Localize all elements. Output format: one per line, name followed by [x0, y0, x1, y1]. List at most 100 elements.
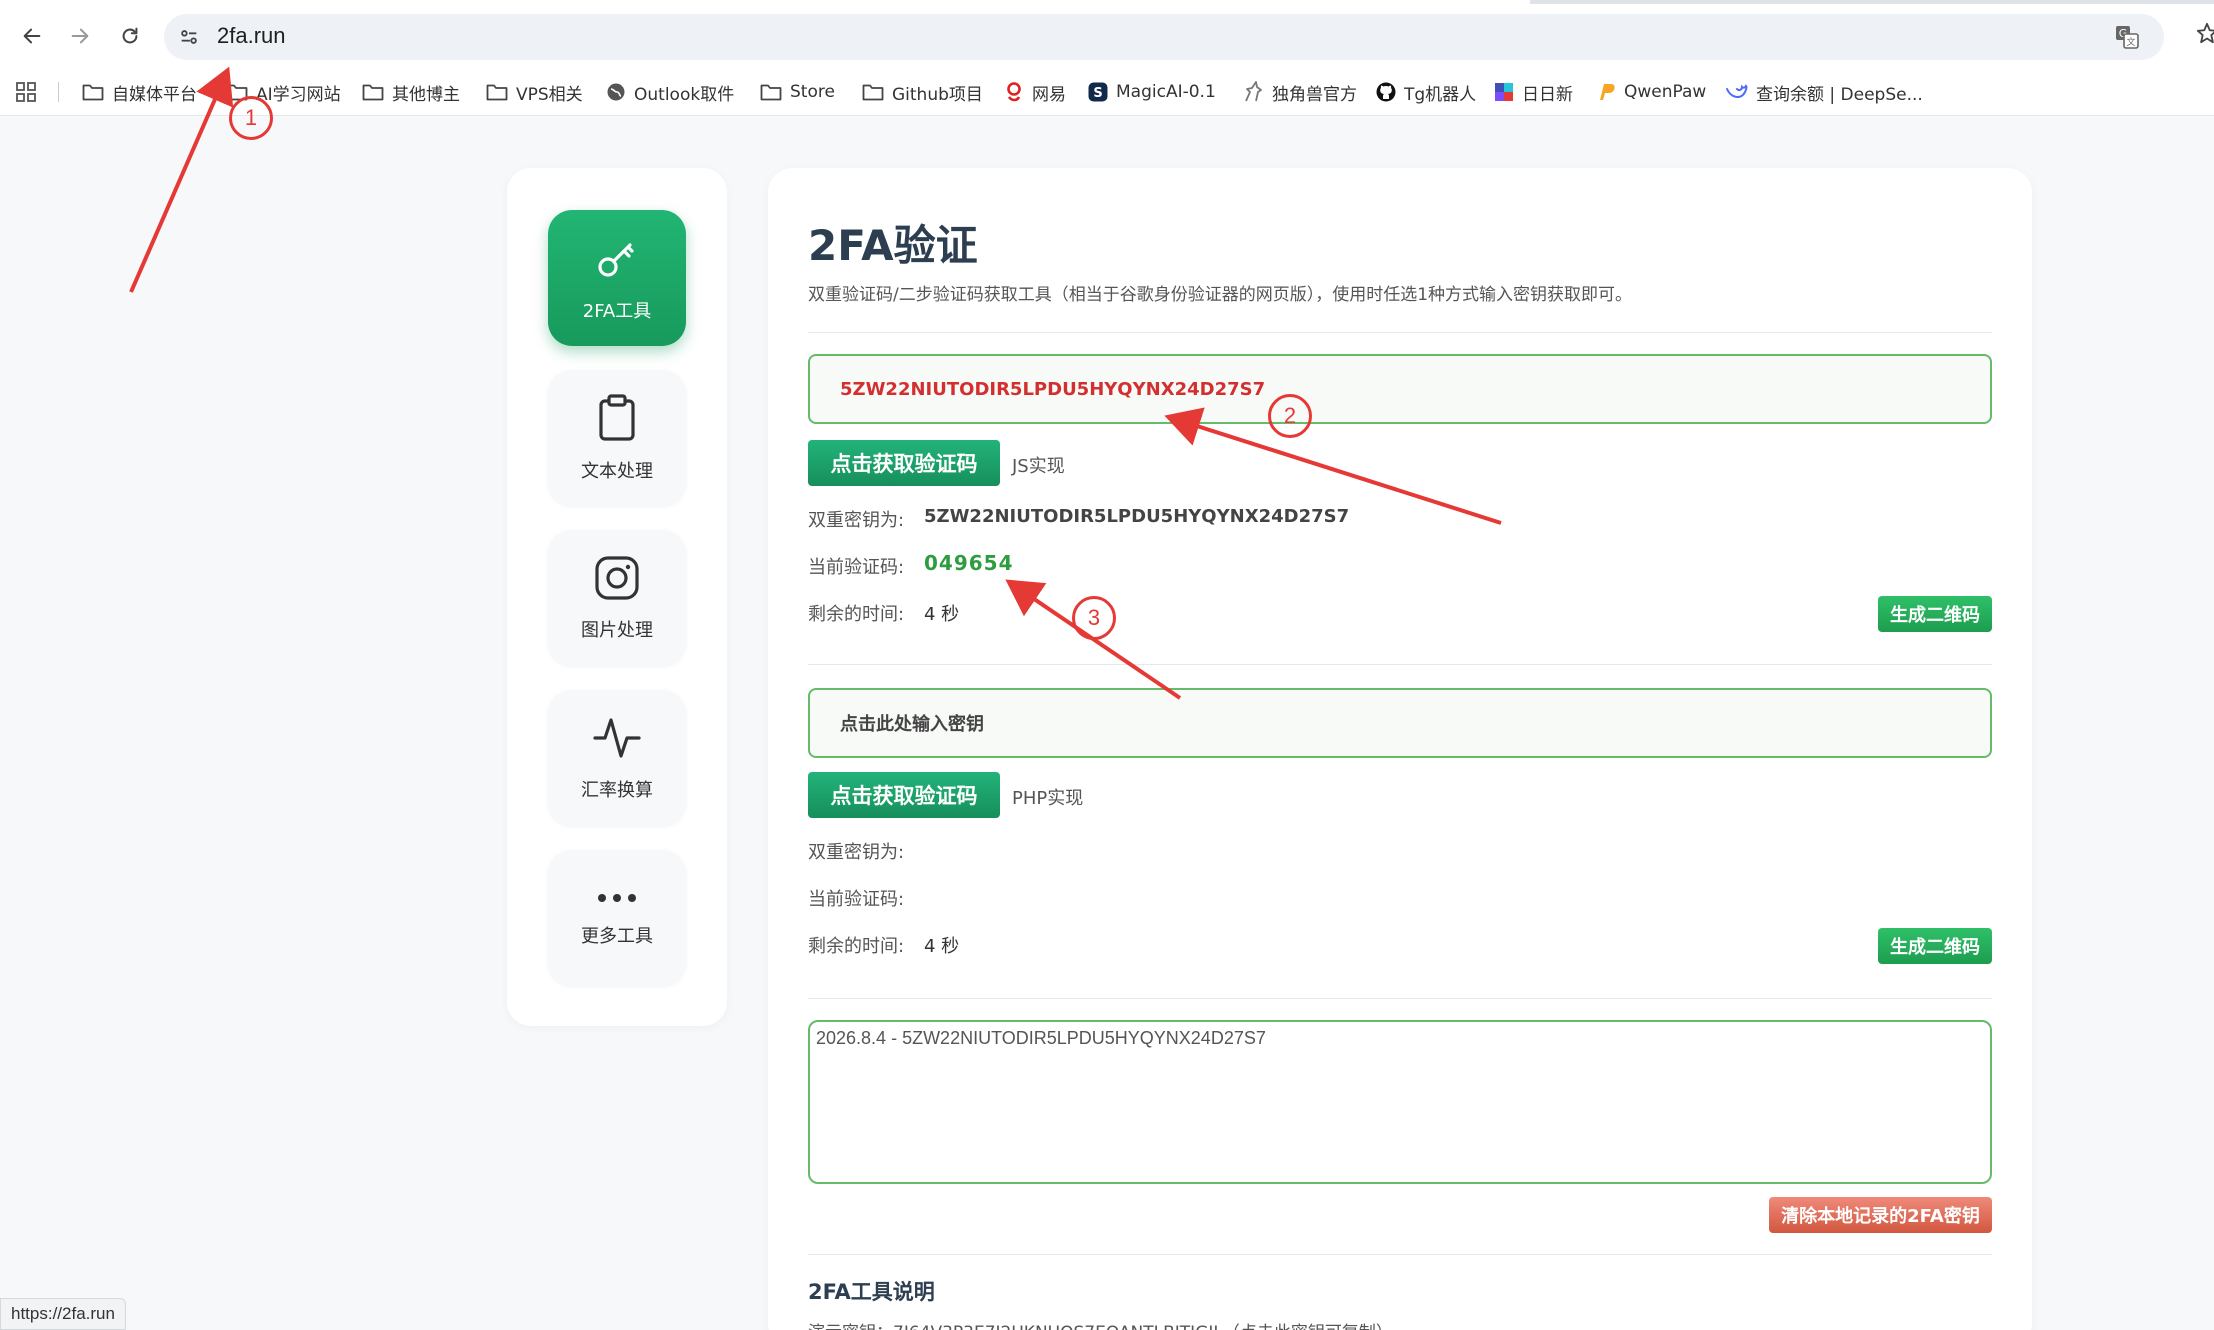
- bookmark-link[interactable]: QwenPaw: [1596, 68, 1706, 116]
- sidebar-item-label: 2FA工具: [582, 301, 652, 322]
- back-button[interactable]: [14, 18, 50, 54]
- divider: [808, 664, 1992, 665]
- js-get-code-button[interactable]: 点击获取验证码: [808, 440, 1000, 486]
- help-title: 2FA工具说明: [808, 1280, 935, 1304]
- bookmark-label: Outlook取件: [634, 84, 735, 105]
- sidebar-item-image[interactable]: 图片处理: [548, 530, 686, 666]
- magicai-icon: S: [1088, 82, 1108, 102]
- annotation-number-3: 3: [1072, 596, 1116, 640]
- divider: [808, 998, 1992, 999]
- folder-icon: [82, 84, 104, 101]
- bookmark-folder[interactable]: 自媒体平台: [82, 68, 197, 116]
- clipboard-icon: [599, 394, 635, 441]
- instagram-icon: [595, 556, 639, 600]
- reload-icon: [122, 27, 138, 44]
- browser-toolbar: 2fa.run G文: [0, 4, 2214, 68]
- folder-icon: [486, 84, 508, 101]
- activity-icon: [593, 718, 641, 758]
- page-title: 2FA验证: [808, 221, 978, 270]
- bookmark-folder[interactable]: Github项目: [862, 68, 983, 116]
- js-time-value: 4 秒: [924, 604, 960, 625]
- js-code-label: 当前验证码:: [808, 557, 905, 578]
- bookmark-link[interactable]: 查询余额 | DeepSe...: [1726, 68, 1923, 116]
- bookmark-folder[interactable]: VPS相关: [486, 68, 583, 116]
- bookmark-label: 网易: [1032, 84, 1066, 105]
- php-get-code-button[interactable]: 点击获取验证码: [808, 772, 1000, 818]
- bookmark-label: QwenPaw: [1624, 82, 1707, 102]
- annotation-number-1: 1: [229, 96, 273, 140]
- php-time-value: 4 秒: [924, 936, 960, 957]
- key-icon: [598, 243, 634, 277]
- bookmark-link[interactable]: Outlook取件: [606, 68, 734, 116]
- folder-icon: [862, 84, 884, 101]
- bookmark-label: 其他博主: [392, 84, 460, 105]
- php-secret-label: 双重密钥为:: [808, 842, 905, 863]
- bookmark-folder[interactable]: 其他博主: [362, 68, 460, 116]
- bookmark-folder[interactable]: Store: [760, 68, 835, 116]
- php-secret-input[interactable]: 点击此处输入密钥: [808, 688, 1992, 758]
- bookmark-link[interactable]: 独角兽官方: [1242, 68, 1357, 116]
- js-secret-input-value: 5ZW22NIUTODIR5LPDU5HYQYNX24D27S7: [840, 378, 1266, 400]
- bookmark-label: Github项目: [892, 84, 983, 105]
- bookmark-link[interactable]: 日日新: [1494, 68, 1573, 116]
- sidebar-item-text[interactable]: 文本处理: [548, 370, 686, 506]
- svg-text:文: 文: [2126, 36, 2135, 48]
- history-textarea[interactable]: 2026.8.4 - 5ZW22NIUTODIR5LPDU5HYQYNX24D2…: [808, 1020, 1992, 1184]
- sidebar-item-label: 文本处理: [581, 461, 653, 482]
- bookmark-link[interactable]: Tg机器人: [1376, 68, 1476, 116]
- bookmark-label: 自媒体平台: [112, 84, 197, 105]
- divider: [808, 1254, 1992, 1255]
- translate-icon[interactable]: G文: [2114, 24, 2140, 50]
- annotation-number-2: 2: [1268, 394, 1312, 438]
- bookmark-link[interactable]: S MagicAI-0.1: [1088, 68, 1216, 116]
- demo-key-line[interactable]: 演示密钥：7J64V3P3E7J2UKNUQS7EOANTLBJTIGIL（点击…: [808, 1318, 1393, 1330]
- bookmark-label: 独角兽官方: [1272, 84, 1357, 105]
- arrow-right-icon: [71, 28, 89, 44]
- js-secret-value: 5ZW22NIUTODIR5LPDU5HYQYNX24D27S7: [924, 506, 1350, 527]
- js-qr-button[interactable]: 生成二维码: [1878, 596, 1992, 632]
- js-secret-label: 双重密钥为:: [808, 510, 905, 531]
- bookmark-label: Store: [790, 82, 835, 102]
- bookmark-link[interactable]: 网易: [1004, 68, 1066, 116]
- php-code-label: 当前验证码:: [808, 889, 905, 910]
- sidebar-item-label: 更多工具: [581, 926, 653, 947]
- url-text[interactable]: 2fa.run: [217, 23, 286, 49]
- page-subtitle: 双重验证码/二步验证码获取工具（相当于谷歌身份验证器的网页版），使用时任选1种方…: [808, 285, 1633, 305]
- unicorn-icon: [1245, 81, 1262, 102]
- sidebar-item-more[interactable]: 更多工具: [548, 850, 686, 986]
- clear-history-button[interactable]: 清除本地记录的2FA密钥: [1769, 1197, 1992, 1233]
- js-impl-label: JS实现: [1012, 456, 1065, 477]
- bookmarks-separator: [58, 82, 59, 102]
- bookmarks-bar: 自媒体平台 AI学习网站 其他博主 VPS相关 Outlook取件 Store …: [0, 68, 2214, 116]
- bookmark-label: 日日新: [1522, 84, 1573, 105]
- qwenpaw-icon: [1600, 84, 1615, 100]
- js-secret-input[interactable]: 5ZW22NIUTODIR5LPDU5HYQYNX24D27S7: [808, 354, 1992, 424]
- more-icon: [598, 894, 636, 902]
- folder-icon: [760, 84, 782, 101]
- github-icon: [1376, 82, 1396, 102]
- php-qr-button[interactable]: 生成二维码: [1878, 928, 1992, 964]
- bookmark-label: MagicAI-0.1: [1116, 82, 1216, 102]
- history-text: 2026.8.4 - 5ZW22NIUTODIR5LPDU5HYQYNX24D2…: [816, 1028, 1266, 1048]
- sidebar-item-exchange[interactable]: 汇率换算: [548, 690, 686, 826]
- site-info-icon[interactable]: [178, 26, 200, 48]
- globe-icon: [607, 83, 625, 101]
- bookmark-label: AI学习网站: [256, 84, 341, 105]
- forward-button[interactable]: [62, 18, 98, 54]
- address-bar[interactable]: 2fa.run G文: [164, 14, 2164, 60]
- reload-button[interactable]: [112, 18, 148, 54]
- bookmark-label: 查询余额 | DeepSe...: [1756, 84, 1923, 105]
- bookmark-label: VPS相关: [516, 84, 583, 105]
- bookmark-star-icon[interactable]: [2196, 22, 2214, 44]
- deepseek-icon: [1726, 84, 1748, 98]
- netease-icon: [1007, 82, 1021, 102]
- js-code-value[interactable]: 049654: [924, 551, 1014, 575]
- php-time-label: 剩余的时间:: [808, 936, 905, 957]
- php-impl-label: PHP实现: [1012, 788, 1084, 809]
- apps-grid-icon[interactable]: [16, 82, 36, 102]
- svg-text:S: S: [1093, 86, 1102, 101]
- main-card: 2FA验证 双重验证码/二步验证码获取工具（相当于谷歌身份验证器的网页版），使用…: [768, 168, 2032, 1330]
- arrow-left-icon: [23, 28, 41, 44]
- sidebar-item-2fa[interactable]: 2FA工具: [548, 210, 686, 346]
- sensetime-icon: [1495, 83, 1513, 101]
